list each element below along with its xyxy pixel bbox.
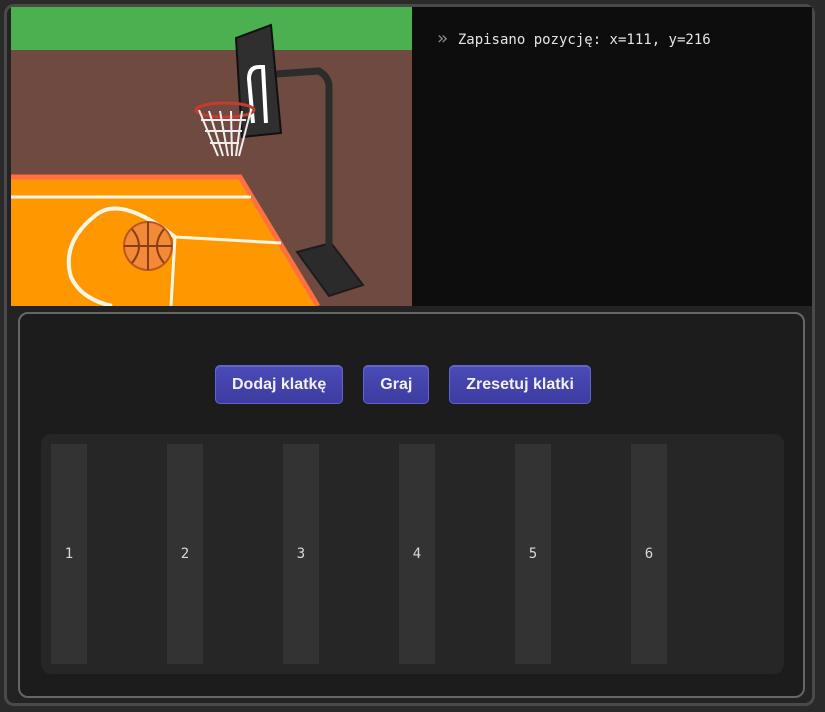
control-buttons: Dodaj klatkę Graj Zresetuj klatki: [215, 365, 591, 404]
basketball-court-illustration: [11, 7, 412, 306]
frames-strip: 1 2 3 4 5 6: [41, 434, 784, 674]
frame-slot-4[interactable]: 4: [399, 444, 435, 664]
frame-slot-6[interactable]: 6: [631, 444, 667, 664]
frame-slot-1[interactable]: 1: [51, 444, 87, 664]
log-entry: » Zapisano pozycję: x=111, y=216: [437, 28, 711, 49]
grass-strip: [11, 7, 412, 50]
frame-slot-5[interactable]: 5: [515, 444, 551, 664]
play-button[interactable]: Graj: [363, 365, 430, 404]
log-panel: » Zapisano pozycję: x=111, y=216: [412, 7, 812, 306]
double-chevron-right-icon: »: [437, 28, 448, 49]
log-message: Zapisano pozycję: x=111, y=216: [457, 32, 711, 48]
frame-slot-3[interactable]: 3: [283, 444, 319, 664]
app-window: » Zapisano pozycję: x=111, y=216 Dodaj k…: [0, 0, 825, 712]
reset-frames-button[interactable]: Zresetuj klatki: [449, 365, 591, 404]
frame-slot-2[interactable]: 2: [167, 444, 203, 664]
animation-controls-panel: Dodaj klatkę Graj Zresetuj klatki 1 2 3 …: [18, 312, 805, 698]
basketball-scene[interactable]: [11, 7, 412, 306]
add-frame-button[interactable]: Dodaj klatkę: [215, 365, 344, 404]
